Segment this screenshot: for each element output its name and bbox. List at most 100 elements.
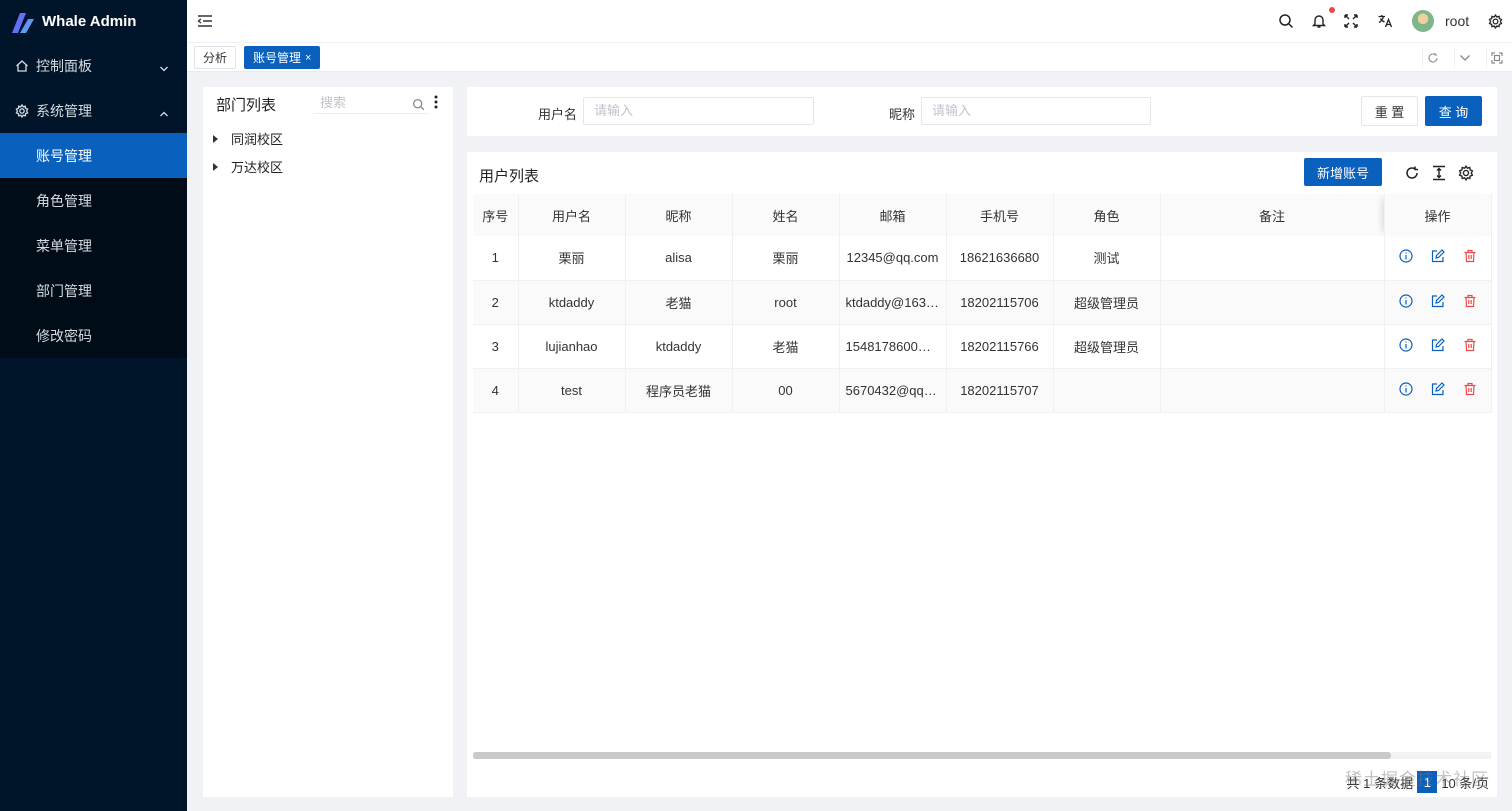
search-form: 用户名 请输入 昵称 请输入 重 置 查 询 xyxy=(467,87,1497,136)
sidebar-item-roles[interactable]: 角色管理 xyxy=(0,178,187,223)
refresh-icon[interactable] xyxy=(1402,163,1422,183)
edit-icon[interactable] xyxy=(1431,381,1445,399)
expand-icon[interactable] xyxy=(1486,48,1506,68)
table-cell: 1548178600@... xyxy=(839,324,947,369)
table-cell xyxy=(1160,368,1385,413)
scrollbar-thumb[interactable] xyxy=(473,752,1391,759)
settings-icon[interactable] xyxy=(1456,163,1476,183)
delete-icon[interactable] xyxy=(1463,382,1477,399)
table-cell: 测试 xyxy=(1053,236,1161,281)
delete-icon[interactable] xyxy=(1463,249,1477,266)
column-header[interactable]: 用户名 xyxy=(518,194,626,236)
notification-dot xyxy=(1329,7,1335,13)
sidebar-group-system[interactable]: 系统管理 xyxy=(0,88,187,133)
app-logo[interactable]: Whale Admin xyxy=(0,0,187,43)
tab-label: 账号管理 xyxy=(253,51,302,65)
table-row[interactable]: 4 test 程序员老猫 00 5670432@qq.c... 18202115… xyxy=(473,368,1492,413)
input-placeholder: 请输入 xyxy=(932,103,972,118)
tree-node-label: 万达校区 xyxy=(231,160,284,175)
table-cell: 00 xyxy=(732,368,840,413)
app-title: Whale Admin xyxy=(42,13,137,30)
search-icon[interactable] xyxy=(1277,12,1295,30)
tabs-bar: 分析 账号管理 × xyxy=(187,43,1512,72)
table-cell: 18621636680 xyxy=(946,236,1054,281)
user-list-panel: 用户列表 新增账号 序号 用户名 昵称 姓名 邮箱 手机号 角色 备注 操作 1… xyxy=(467,152,1497,797)
table-cell xyxy=(1160,280,1385,325)
username-label: 用户名 xyxy=(538,107,578,122)
tab-accounts[interactable]: 账号管理 × xyxy=(244,46,321,69)
tree-node[interactable]: 同润校区 xyxy=(212,129,283,148)
edit-icon[interactable] xyxy=(1431,249,1445,266)
column-header[interactable]: 昵称 xyxy=(625,194,733,236)
system-submenu: 账号管理 角色管理 菜单管理 部门管理 修改密码 xyxy=(0,133,187,358)
edit-icon[interactable] xyxy=(1431,337,1445,355)
column-header[interactable]: 备注 xyxy=(1160,194,1385,236)
table-cell: 老猫 xyxy=(732,324,840,369)
chevron-down-icon xyxy=(159,60,169,76)
row-actions xyxy=(1384,324,1492,369)
sidebar-item-menus[interactable]: 菜单管理 xyxy=(0,223,187,268)
info-icon[interactable] xyxy=(1398,293,1413,311)
table-cell: 超级管理员 xyxy=(1053,324,1161,369)
info-icon[interactable] xyxy=(1398,381,1413,399)
search-icon[interactable] xyxy=(412,96,425,118)
bell-icon[interactable] xyxy=(1310,12,1328,30)
top-header: root xyxy=(187,0,1512,43)
gear-icon xyxy=(15,103,29,118)
query-button[interactable]: 查 询 xyxy=(1425,96,1482,126)
tree-node[interactable]: 万达校区 xyxy=(212,157,283,176)
settings-icon[interactable] xyxy=(1486,12,1504,30)
department-search-input[interactable]: 搜索 xyxy=(313,92,429,114)
chevron-down-icon[interactable] xyxy=(1454,48,1474,68)
table-cell: 12345@qq.com xyxy=(839,236,947,281)
edit-icon[interactable] xyxy=(1431,293,1445,311)
username[interactable]: root xyxy=(1445,13,1469,29)
sidebar-item-label: 角色管理 xyxy=(36,192,92,209)
tree-node-label: 同润校区 xyxy=(231,132,284,147)
username-input[interactable]: 请输入 xyxy=(583,97,814,125)
table-cell: 2 xyxy=(473,280,519,325)
sidebar-group-label: 系统管理 xyxy=(36,102,92,119)
table-row[interactable]: 1 栗丽 alisa 栗丽 12345@qq.com 18621636680 测… xyxy=(473,236,1492,281)
fullscreen-icon[interactable] xyxy=(1342,12,1360,30)
info-icon[interactable] xyxy=(1398,337,1413,355)
column-header[interactable]: 姓名 xyxy=(732,194,840,236)
input-placeholder: 请输入 xyxy=(594,103,634,118)
horizontal-scrollbar[interactable] xyxy=(473,752,1491,759)
table-row[interactable]: 3 lujianhao ktdaddy 老猫 1548178600@... 18… xyxy=(473,324,1492,369)
table-cell: ktdaddy xyxy=(518,280,626,325)
table-cell: 18202115766 xyxy=(946,324,1054,369)
caret-right-icon[interactable] xyxy=(213,134,218,143)
delete-icon[interactable] xyxy=(1463,294,1477,311)
nickname-input[interactable]: 请输入 xyxy=(921,97,1151,125)
sidebar-item-departments[interactable]: 部门管理 xyxy=(0,268,187,313)
user-table: 序号 用户名 昵称 姓名 邮箱 手机号 角色 备注 操作 1 栗丽 alisa … xyxy=(473,194,1492,413)
column-header: 操作 xyxy=(1384,194,1492,236)
caret-right-icon[interactable] xyxy=(213,162,218,171)
table-cell: 1 xyxy=(473,236,519,281)
sidebar-item-accounts[interactable]: 账号管理 xyxy=(0,133,187,178)
column-header[interactable]: 序号 xyxy=(473,194,519,236)
add-account-button[interactable]: 新增账号 xyxy=(1304,158,1382,186)
avatar[interactable] xyxy=(1412,10,1434,32)
reset-button[interactable]: 重 置 xyxy=(1361,96,1418,126)
refresh-tab-icon[interactable] xyxy=(1422,48,1442,68)
sidebar-item-change-password[interactable]: 修改密码 xyxy=(0,313,187,358)
column-height-icon[interactable] xyxy=(1429,163,1449,183)
more-vertical-icon[interactable] xyxy=(434,95,438,112)
delete-icon[interactable] xyxy=(1463,338,1477,355)
table-cell xyxy=(1160,236,1385,281)
translate-icon[interactable] xyxy=(1376,12,1394,30)
table-cell: test xyxy=(518,368,626,413)
column-header[interactable]: 手机号 xyxy=(946,194,1054,236)
menu-fold-icon[interactable] xyxy=(196,12,214,30)
department-title: 部门列表 xyxy=(216,97,277,114)
table-cell: 3 xyxy=(473,324,519,369)
info-icon[interactable] xyxy=(1398,249,1413,266)
column-header[interactable]: 角色 xyxy=(1053,194,1161,236)
column-header[interactable]: 邮箱 xyxy=(839,194,947,236)
table-row[interactable]: 2 ktdaddy 老猫 root ktdaddy@163.... 182021… xyxy=(473,280,1492,325)
tab-analysis[interactable]: 分析 xyxy=(194,46,237,69)
sidebar-group-dashboard[interactable]: 控制面板 xyxy=(0,43,187,88)
close-icon[interactable]: × xyxy=(305,52,311,64)
